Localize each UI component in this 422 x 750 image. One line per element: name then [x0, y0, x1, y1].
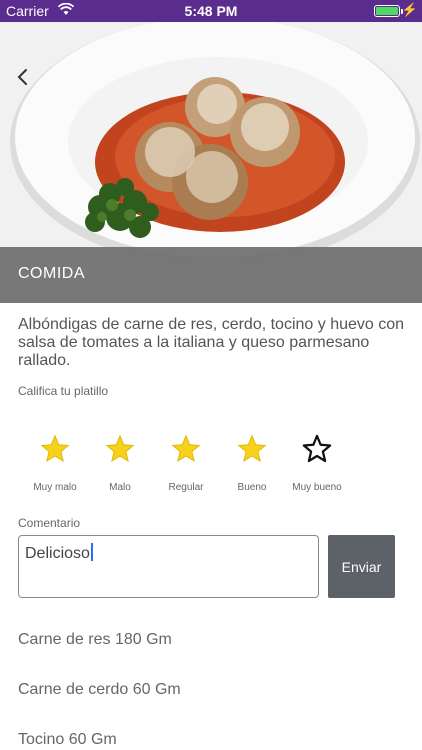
rating-option-muy-bueno[interactable]: Muy bueno: [277, 434, 357, 493]
star-icon: [171, 434, 201, 463]
comment-field[interactable]: Delicioso: [18, 535, 319, 598]
star-icon: [105, 434, 135, 463]
dish-description: Albóndigas de carne de res, cerdo, tocin…: [18, 316, 405, 369]
chevron-left-icon: [17, 69, 27, 85]
ingredient-item: Carne de res 180 Gm: [18, 631, 172, 648]
comment-value: Delicioso: [25, 545, 90, 562]
charging-icon: ⚡: [401, 2, 418, 17]
rating-option-label: Muy bueno: [292, 482, 342, 493]
star-icon: [237, 434, 267, 463]
comment-label: Comentario: [18, 516, 81, 530]
ingredient-item: Tocino 60 Gm: [18, 731, 117, 748]
back-button[interactable]: [12, 64, 36, 90]
battery-icon: [374, 5, 400, 17]
category-caption: COMIDA: [0, 247, 422, 303]
send-button[interactable]: Enviar: [328, 535, 395, 598]
star-outline-icon: [302, 434, 332, 463]
status-bar: Carrier 5:48 PM ⚡: [0, 0, 422, 22]
text-cursor: [90, 543, 93, 561]
clock: 5:48 PM: [184, 3, 238, 19]
ingredient-item: Carne de cerdo 60 Gm: [18, 681, 181, 698]
rating-prompt: Califica tu platillo: [18, 384, 109, 398]
star-icon: [40, 434, 70, 463]
